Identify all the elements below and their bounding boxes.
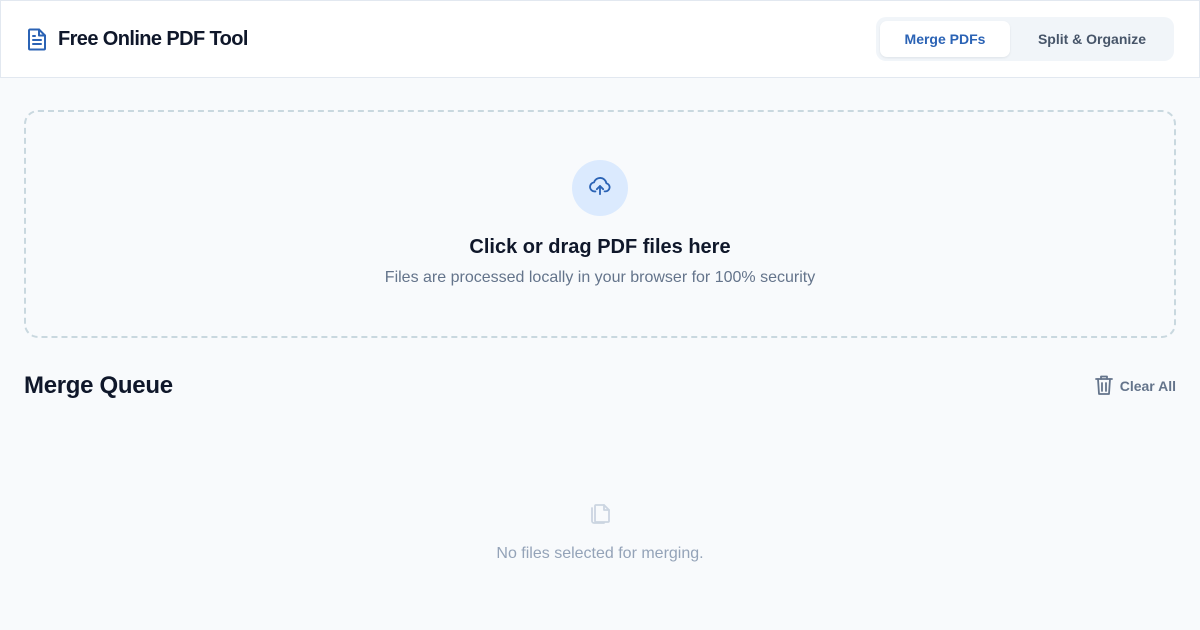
- clear-all-label: Clear All: [1119, 378, 1176, 394]
- dropzone-subtitle: Files are processed locally in your brow…: [384, 269, 816, 286]
- cloud-upload-icon: [589, 176, 611, 201]
- file-dropzone[interactable]: Click or drag PDF files here Files are p…: [24, 110, 1176, 338]
- queue-title: Merge Queue: [24, 372, 173, 399]
- files-icon: [589, 500, 611, 529]
- clear-all-button[interactable]: Clear All: [1094, 374, 1176, 399]
- upload-icon-circle: [572, 160, 628, 216]
- empty-queue-text: No files selected for merging.: [496, 545, 704, 562]
- file-text-icon: [26, 27, 48, 51]
- queue-header: Merge Queue Clear All: [24, 366, 1176, 406]
- trash-icon: [1094, 374, 1114, 399]
- empty-queue-state: No files selected for merging.: [24, 500, 1176, 563]
- app-header: Free Online PDF Tool Merge PDFs Split & …: [0, 0, 1200, 78]
- app-title: Free Online PDF Tool: [58, 27, 248, 50]
- brand: Free Online PDF Tool: [26, 27, 248, 51]
- mode-tabs: Merge PDFs Split & Organize: [876, 17, 1174, 61]
- tab-merge-pdfs[interactable]: Merge PDFs: [880, 21, 1010, 57]
- dropzone-title: Click or drag PDF files here: [469, 236, 731, 258]
- tab-split-organize[interactable]: Split & Organize: [1014, 21, 1170, 57]
